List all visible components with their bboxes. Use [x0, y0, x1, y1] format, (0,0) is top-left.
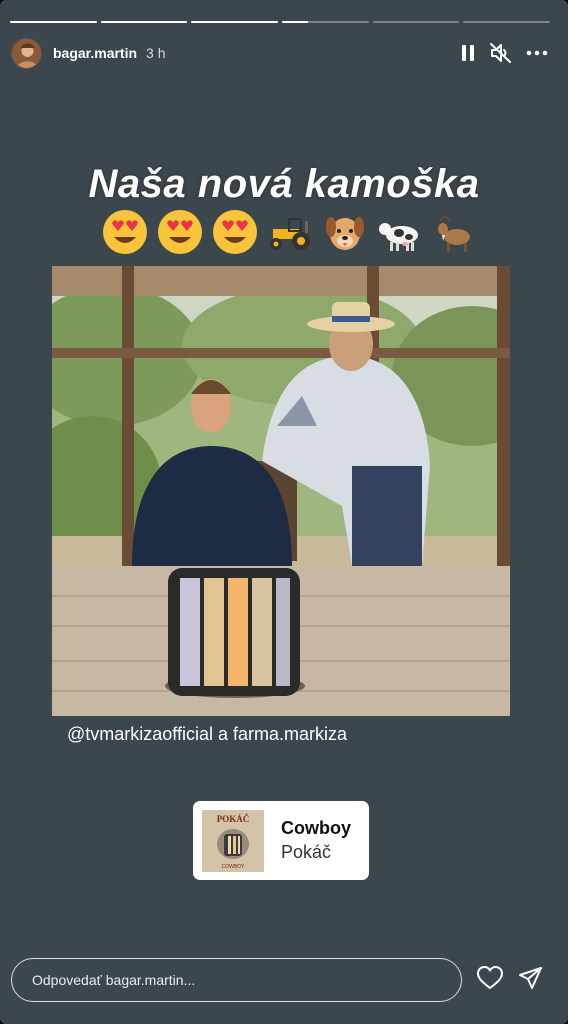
heart-icon[interactable]: [477, 966, 503, 995]
dog-face-icon: [326, 217, 364, 250]
reply-input[interactable]: Odpovedať bagar.martin...: [11, 958, 462, 1002]
progress-segment: [463, 21, 551, 23]
heart-eyes-emoji-icon: [103, 210, 147, 254]
progress-segment: [10, 21, 97, 23]
story-photo: [52, 266, 510, 716]
album-subtitle-text: COWBOY: [222, 864, 245, 870]
song-title: Cowboy: [281, 818, 351, 838]
avatar[interactable]: [11, 37, 42, 69]
artist-name: Pokáč: [281, 842, 332, 862]
tractor-icon: [270, 218, 310, 250]
progress-segment: [191, 21, 279, 23]
progress-segment: [372, 21, 460, 23]
story-header: bagar.martin 3 h: [11, 37, 548, 69]
story-progress-bar: [10, 21, 551, 24]
muted-speaker-icon[interactable]: [490, 43, 512, 63]
pause-icon[interactable]: [460, 44, 476, 62]
cow-icon: [379, 223, 418, 251]
heart-eyes-emoji-icon: [213, 210, 257, 254]
album-title-text: POKÁČ: [217, 814, 250, 824]
story-viewer[interactable]: bagar.martin 3 h Naša nová kamoška @tvma…: [0, 0, 568, 1024]
username-link[interactable]: bagar.martin: [53, 45, 137, 61]
story-headline: Naša nová kamoška: [88, 162, 480, 206]
goat-icon: [438, 216, 470, 252]
progress-segment: [282, 21, 369, 23]
time-ago: 3 h: [146, 45, 166, 61]
reply-placeholder: Odpovedať bagar.martin...: [32, 972, 196, 988]
music-sticker[interactable]: POKÁČ COWBOY Cowboy Pokáč: [193, 801, 369, 880]
more-options-icon[interactable]: [526, 50, 548, 56]
emoji-row: [100, 205, 480, 259]
album-cover: POKÁČ COWBOY: [202, 809, 264, 872]
send-icon[interactable]: [518, 966, 543, 995]
heart-eyes-emoji-icon: [158, 210, 202, 254]
progress-segment: [100, 21, 188, 23]
story-caption: @tvmarkizaofficial a farma.markiza: [67, 724, 348, 744]
